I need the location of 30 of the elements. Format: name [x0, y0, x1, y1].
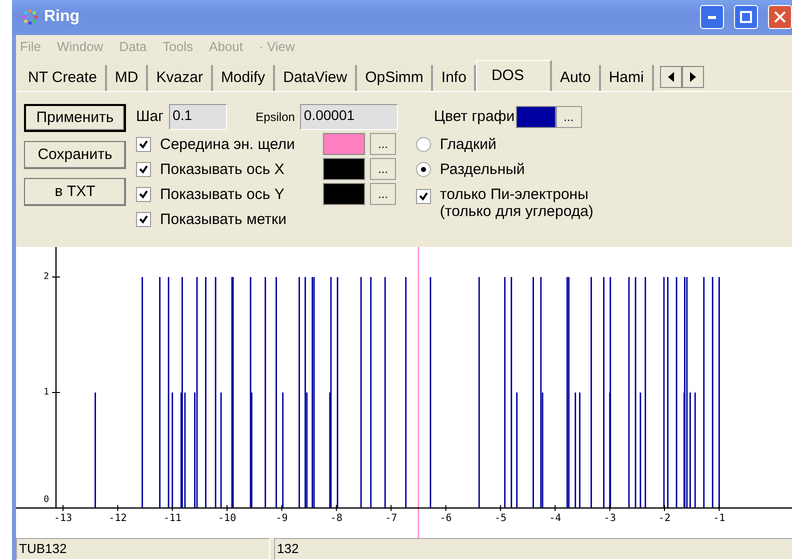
x-tick-label: -12 — [108, 513, 127, 524]
option-label: Середина эн. щели — [160, 136, 296, 153]
x-tick-label: -8 — [330, 513, 342, 524]
option-label: только Пи-электроны — [440, 186, 590, 203]
x-tick-label: -11 — [163, 513, 182, 524]
status-pane: 132 — [274, 538, 792, 560]
window-title: Ring — [44, 8, 81, 26]
epsilon-label: Epsilon — [256, 110, 295, 124]
option-label: (только для углерода) — [440, 202, 594, 220]
x-tick-label: -7 — [385, 513, 398, 524]
y-tick-label: 0 — [44, 495, 49, 506]
radio-label: Гладкий — [440, 136, 496, 153]
option-label: Показывать ось Y — [160, 186, 286, 203]
step-label: Шаг — [136, 108, 164, 126]
x-tick-label: -2 — [658, 513, 671, 524]
y-tick-label: 1 — [44, 388, 49, 398]
x-tick-label: -6 — [440, 513, 452, 524]
option-label: Показывать метки — [160, 210, 288, 228]
status-pane: TUB132 — [16, 538, 270, 560]
x-tick-label: -5 — [494, 513, 506, 524]
x-tick-label: -9 — [276, 513, 288, 524]
option-label: Показывать ось X — [160, 160, 286, 178]
y-tick-label: 2 — [44, 272, 49, 282]
x-tick-label: -3 — [604, 513, 616, 524]
x-tick-label: -4 — [549, 513, 562, 524]
x-tick-label: -1 — [713, 513, 726, 524]
x-tick-label: -10 — [218, 513, 236, 524]
graph-color-label: Цвет графи — [434, 108, 515, 126]
x-tick-label: -13 — [54, 513, 72, 524]
radio-label: Раздельный — [440, 160, 525, 178]
